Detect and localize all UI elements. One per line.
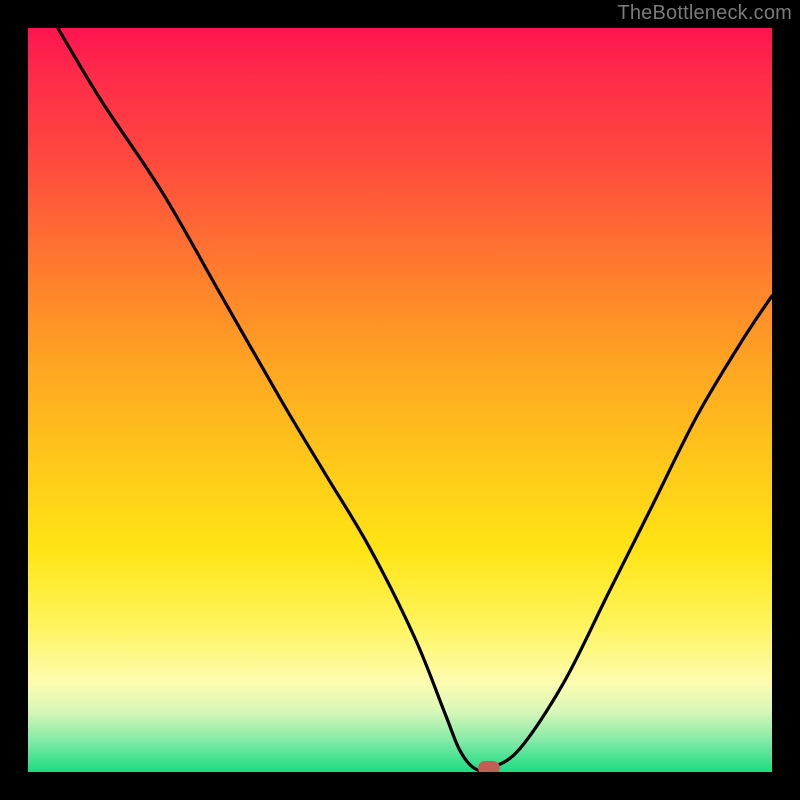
watermark-text: TheBottleneck.com [617,2,792,25]
bottleneck-curve [28,28,772,772]
chart-frame: TheBottleneck.com [0,0,800,800]
plot-area [28,28,772,772]
optimal-marker [478,761,500,772]
